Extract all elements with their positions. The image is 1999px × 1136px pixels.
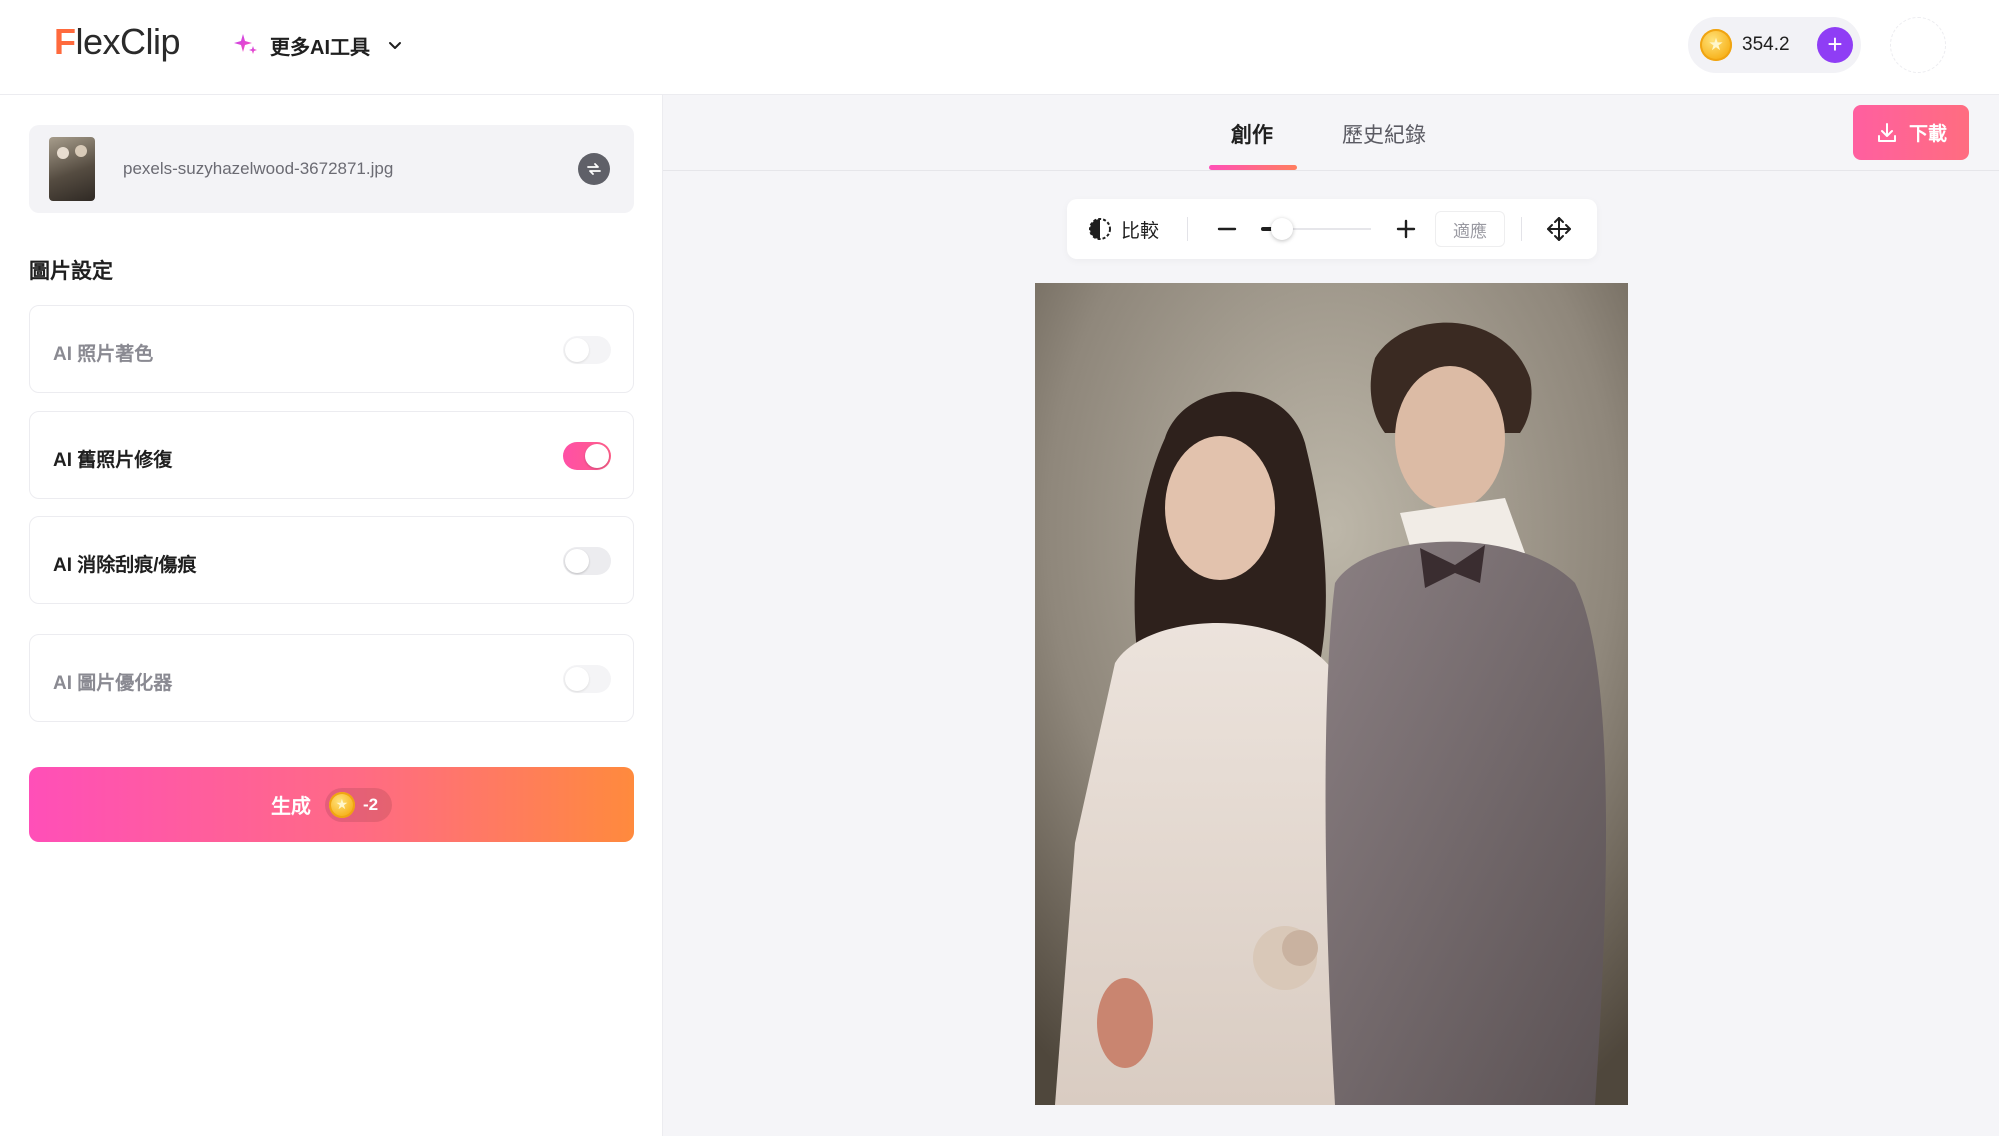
top-header: FlexClip 更多AI工具 ★ 354.2 + xyxy=(0,0,1999,95)
slider-handle[interactable] xyxy=(1271,218,1293,240)
user-avatar[interactable] xyxy=(1890,17,1946,73)
compare-icon xyxy=(1089,218,1111,240)
option-ai-image-enhancer[interactable]: AI 圖片優化器 xyxy=(29,634,634,722)
more-ai-tools-menu[interactable]: 更多AI工具 xyxy=(232,27,404,63)
restored-photo xyxy=(1035,283,1628,1105)
option-ai-colorize[interactable]: AI 照片著色 xyxy=(29,305,634,393)
tab-create[interactable]: 創作 xyxy=(1231,119,1273,149)
replace-icon xyxy=(587,163,601,175)
option-ai-old-photo-restore[interactable]: AI 舊照片修復 xyxy=(29,411,634,499)
scratch-removal-toggle[interactable] xyxy=(563,547,611,575)
file-name: pexels-suzyhazelwood-3672871.jpg xyxy=(123,159,394,178)
zoom-slider[interactable] xyxy=(1261,215,1371,243)
sparkle-icon xyxy=(234,34,257,54)
download-button[interactable]: 下載 xyxy=(1853,105,1969,160)
photo-illustration xyxy=(1035,283,1628,1105)
toggle-knob xyxy=(565,338,589,362)
main-canvas-area: 創作 歷史紀錄 下載 比較 適應 xyxy=(663,95,1999,1136)
credits-amount: 354.2 xyxy=(1742,34,1790,55)
image-settings-title: 圖片設定 xyxy=(29,260,113,283)
colorize-toggle[interactable] xyxy=(563,336,611,364)
generate-cost-badge: ★ -2 xyxy=(324,787,393,822)
toolbar-divider xyxy=(1521,217,1522,241)
logo-letter: F xyxy=(54,21,76,62)
file-thumbnail xyxy=(49,137,95,201)
more-ai-tools-label: 更多AI工具 xyxy=(270,36,370,59)
zoom-in-icon[interactable] xyxy=(1392,215,1420,243)
enhancer-toggle[interactable] xyxy=(563,665,611,693)
coin-icon: ★ xyxy=(328,791,355,818)
generate-cost: -2 xyxy=(362,794,379,814)
settings-sidebar: pexels-suzyhazelwood-3672871.jpg 圖片設定 AI… xyxy=(0,95,663,1136)
compare-button[interactable]: 比較 xyxy=(1087,215,1159,243)
zoom-out-icon[interactable] xyxy=(1213,215,1241,243)
toggle-knob xyxy=(565,667,589,691)
compare-label: 比較 xyxy=(1121,220,1160,242)
generate-button[interactable]: 生成 ★ -2 xyxy=(29,767,634,842)
coin-icon: ★ xyxy=(1700,29,1732,61)
toolbar-divider xyxy=(1187,217,1188,241)
option-ai-scratch-removal[interactable]: AI 消除刮痕/傷痕 xyxy=(29,516,634,604)
image-toolbar: 比較 適應 xyxy=(1067,199,1597,259)
tabs-bar: 創作 歷史紀錄 下載 xyxy=(663,95,1999,171)
generate-label: 生成 xyxy=(270,796,311,818)
logo-text: lexClip xyxy=(75,21,181,62)
add-credits-button[interactable]: + xyxy=(1817,27,1853,63)
option-label: AI 消除刮痕/傷痕 xyxy=(53,555,197,576)
restore-toggle[interactable] xyxy=(563,442,611,470)
tab-history[interactable]: 歷史紀錄 xyxy=(1342,119,1426,149)
active-tab-indicator xyxy=(1209,165,1297,170)
credits-balance[interactable]: ★ 354.2 + xyxy=(1688,17,1861,73)
chevron-down-icon xyxy=(389,42,401,49)
option-label: AI 照片著色 xyxy=(53,344,154,365)
fit-button[interactable]: 適應 xyxy=(1435,211,1505,247)
toggle-knob xyxy=(565,549,589,573)
move-icon[interactable] xyxy=(1545,215,1573,243)
download-icon xyxy=(1877,122,1896,142)
uploaded-file-card: pexels-suzyhazelwood-3672871.jpg xyxy=(29,125,634,213)
toggle-knob xyxy=(585,444,609,468)
download-label: 下載 xyxy=(1908,124,1947,145)
option-label: AI 圖片優化器 xyxy=(53,673,173,694)
replace-image-button[interactable] xyxy=(578,153,610,185)
flexclip-logo[interactable]: FlexClip xyxy=(54,20,181,64)
option-label: AI 舊照片修復 xyxy=(53,450,173,471)
